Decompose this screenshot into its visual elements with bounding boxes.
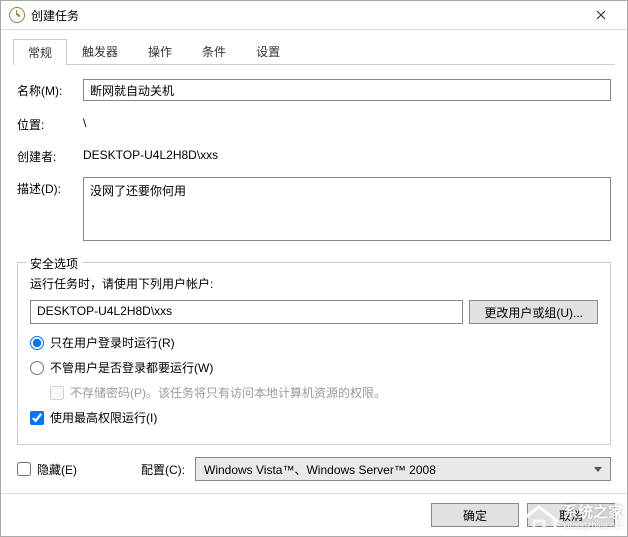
security-group: 安全选项 运行任务时，请使用下列用户帐户: DESKTOP-U4L2H8D\xx… <box>17 262 611 445</box>
change-user-button[interactable]: 更改用户或组(U)... <box>469 300 598 324</box>
hidden-label: 隐藏(E) <box>37 461 77 478</box>
radio-any-user-label: 不管用户是否登录都要运行(W) <box>50 359 213 376</box>
tab-actions[interactable]: 操作 <box>133 38 187 64</box>
run-as-label: 运行任务时，请使用下列用户帐户: <box>30 275 598 292</box>
row-location: 位置: \ <box>17 113 611 133</box>
no-store-password-check <box>50 386 64 400</box>
general-panel: 名称(M): 位置: \ 创建者: DESKTOP-U4L2H8D\xxs 描述… <box>13 65 615 481</box>
account-display: DESKTOP-U4L2H8D\xxs <box>30 300 463 324</box>
radio-any-user[interactable] <box>30 361 44 375</box>
close-button[interactable] <box>579 1 623 29</box>
dialog-content: 常规 触发器 操作 条件 设置 名称(M): 位置: \ 创建者: DESKTO… <box>1 30 627 493</box>
titlebar: 创建任务 <box>1 1 627 30</box>
row-name: 名称(M): <box>17 79 611 101</box>
radio-logged-on[interactable] <box>30 336 44 350</box>
name-input[interactable] <box>83 79 611 101</box>
run-highest-check[interactable] <box>30 411 44 425</box>
no-store-password-row: 不存储密码(P)。该任务将只有访问本地计算机资源的权限。 <box>50 384 598 401</box>
configure-label: 配置(C): <box>141 461 185 478</box>
close-icon <box>596 10 606 20</box>
cancel-button[interactable]: 取消 <box>527 503 615 527</box>
tab-bar: 常规 触发器 操作 条件 设置 <box>13 38 615 65</box>
account-row: DESKTOP-U4L2H8D\xxs 更改用户或组(U)... <box>30 300 598 324</box>
tab-conditions[interactable]: 条件 <box>187 38 241 64</box>
description-input[interactable] <box>83 177 611 241</box>
run-highest-row[interactable]: 使用最高权限运行(I) <box>30 409 598 426</box>
row-author: 创建者: DESKTOP-U4L2H8D\xxs <box>17 145 611 165</box>
security-legend: 安全选项 <box>26 255 82 272</box>
radio-logged-on-row[interactable]: 只在用户登录时运行(R) <box>30 334 598 351</box>
row-description: 描述(D): <box>17 177 611 244</box>
no-store-password-label: 不存储密码(P)。该任务将只有访问本地计算机资源的权限。 <box>70 384 386 401</box>
tab-triggers[interactable]: 触发器 <box>67 38 133 64</box>
run-highest-label: 使用最高权限运行(I) <box>50 409 157 426</box>
hidden-row[interactable]: 隐藏(E) <box>17 461 77 478</box>
hidden-check[interactable] <box>17 462 31 476</box>
window-title: 创建任务 <box>31 7 579 24</box>
tab-settings[interactable]: 设置 <box>241 38 295 64</box>
author-label: 创建者: <box>17 145 83 165</box>
location-value: \ <box>83 113 86 130</box>
radio-any-user-row[interactable]: 不管用户是否登录都要运行(W) <box>30 359 598 376</box>
clock-icon <box>9 7 25 23</box>
configure-select[interactable]: Windows Vista™、Windows Server™ 2008 <box>195 457 611 481</box>
create-task-dialog: 创建任务 常规 触发器 操作 条件 设置 名称(M): 位置: \ <box>0 0 628 537</box>
radio-logged-on-label: 只在用户登录时运行(R) <box>50 334 175 351</box>
name-label: 名称(M): <box>17 79 83 99</box>
dialog-footer: 确定 取消 系统之家 xitongzhijia.net <box>1 493 627 536</box>
location-label: 位置: <box>17 113 83 133</box>
bottom-row: 隐藏(E) 配置(C): Windows Vista™、Windows Serv… <box>17 457 611 481</box>
description-label: 描述(D): <box>17 177 83 197</box>
configure-value: Windows Vista™、Windows Server™ 2008 <box>204 461 436 478</box>
ok-button[interactable]: 确定 <box>431 503 519 527</box>
author-value: DESKTOP-U4L2H8D\xxs <box>83 145 218 162</box>
tab-general[interactable]: 常规 <box>13 39 67 65</box>
